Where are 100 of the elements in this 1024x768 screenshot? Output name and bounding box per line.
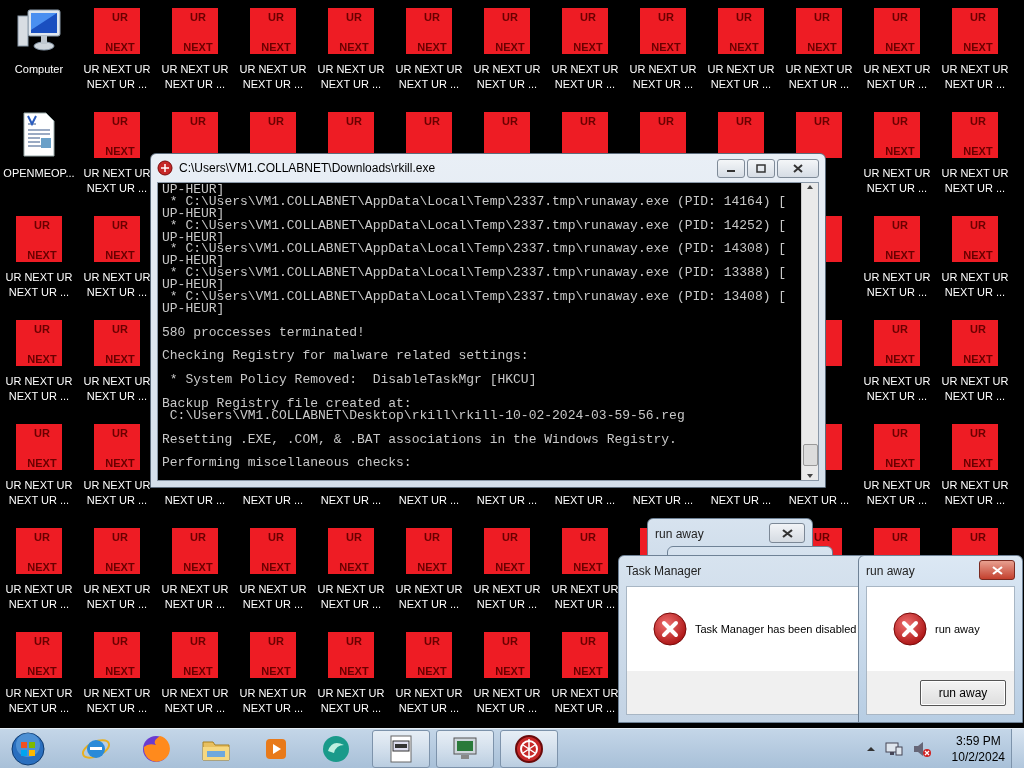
taskbar-button[interactable] bbox=[500, 729, 558, 768]
minimize-button[interactable] bbox=[717, 159, 745, 178]
app-tile[interactable]: UR NEXT bbox=[796, 8, 842, 54]
tile-text: NEXT bbox=[572, 561, 603, 573]
dialog-button[interactable]: run away bbox=[920, 679, 1006, 706]
tile-text: NEXT bbox=[338, 561, 369, 573]
scroll-thumb[interactable] bbox=[802, 444, 818, 466]
tile-text: NEXT bbox=[962, 145, 993, 157]
app-tile[interactable]: UR NEXT bbox=[874, 424, 920, 470]
tile-text: NEXT bbox=[416, 41, 447, 53]
app-tile[interactable]: UR NEXT bbox=[94, 112, 140, 158]
maximize-button[interactable] bbox=[747, 159, 775, 178]
app-tile[interactable]: UR NEXT bbox=[328, 632, 374, 678]
app-tile[interactable]: UR NEXT bbox=[952, 8, 998, 54]
close-button[interactable] bbox=[979, 560, 1015, 580]
app-tile[interactable]: UR NEXT bbox=[94, 632, 140, 678]
app-tile[interactable]: UR NEXT bbox=[328, 528, 374, 574]
tile-text: UR bbox=[501, 635, 518, 647]
app-tile[interactable]: UR NEXT bbox=[328, 8, 374, 54]
app-tile[interactable]: UR NEXT bbox=[874, 112, 920, 158]
app-tile[interactable]: UR NEXT bbox=[16, 320, 62, 366]
tile-text: UR bbox=[423, 635, 440, 647]
app-tile[interactable]: UR NEXT bbox=[16, 632, 62, 678]
tile-text: UR bbox=[111, 635, 128, 647]
tile-text: NEXT bbox=[728, 41, 759, 53]
tile-text: UR bbox=[891, 427, 908, 439]
close-button[interactable] bbox=[769, 523, 805, 543]
close-button[interactable] bbox=[777, 159, 819, 178]
app-tile[interactable]: UR NEXT bbox=[250, 632, 296, 678]
app-tile[interactable]: UR NEXT bbox=[640, 8, 686, 54]
icon-label: UR NEXT UR NEXT UR ... bbox=[238, 582, 308, 612]
tile-text: UR bbox=[33, 635, 50, 647]
app-tile[interactable]: UR NEXT bbox=[952, 320, 998, 366]
console-line: * C:\Users\VM1.COLLABNET\AppData\Local\Temp\2337.tmp\runaway.exe (PID: 13408) [ bbox=[169, 291, 787, 303]
app-tile[interactable]: UR NEXT bbox=[874, 320, 920, 366]
app-tile[interactable]: UR NEXT bbox=[16, 528, 62, 574]
app-tile[interactable]: UR NEXT bbox=[874, 8, 920, 54]
icon-label: UR NEXT UR NEXT UR ... bbox=[940, 62, 1010, 92]
app-tile[interactable]: UR NEXT bbox=[16, 424, 62, 470]
tile-text: NEXT bbox=[104, 249, 135, 261]
show-desktop-button[interactable] bbox=[1011, 728, 1024, 768]
tile-text: UR bbox=[189, 115, 206, 127]
app-tile[interactable]: UR NEXT bbox=[952, 112, 998, 158]
app-tile[interactable]: UR NEXT bbox=[94, 8, 140, 54]
app-tile[interactable]: UR NEXT bbox=[16, 216, 62, 262]
tile-text: UR bbox=[345, 635, 362, 647]
clock-time: 3:59 PM bbox=[955, 732, 1001, 749]
console-line: Resetting .EXE, .COM, & .BAT associations in the Windows Registry. bbox=[162, 433, 677, 446]
app-tile[interactable]: UR NEXT bbox=[250, 8, 296, 54]
app-tile[interactable]: UR bbox=[796, 112, 842, 158]
icon-label: UR NEXT UR NEXT UR ... bbox=[940, 270, 1010, 300]
tile-text: UR bbox=[579, 531, 596, 543]
icon-label: OPENMEOP... bbox=[2, 166, 76, 181]
app-tile[interactable]: UR NEXT bbox=[484, 8, 530, 54]
tile-text: UR bbox=[345, 11, 362, 23]
tile-text: NEXT bbox=[494, 665, 525, 677]
console-line: Performing miscellaneous checks: bbox=[162, 457, 412, 470]
tile-text: NEXT bbox=[962, 353, 993, 365]
tile-text: NEXT bbox=[182, 665, 213, 677]
tile-text: UR bbox=[813, 115, 830, 127]
computer-icon[interactable] bbox=[14, 6, 64, 54]
console-line: * System Policy Removed: DisableTaskMgr [HKCU] bbox=[168, 374, 537, 387]
app-tile[interactable]: UR NEXT bbox=[94, 424, 140, 470]
app-tile[interactable]: UR NEXT bbox=[406, 528, 452, 574]
tile-text: NEXT bbox=[26, 665, 57, 677]
clock-date: 10/2/2024 bbox=[951, 748, 1005, 765]
app-tile[interactable]: UR NEXT bbox=[172, 632, 218, 678]
app-tile[interactable]: UR NEXT bbox=[94, 216, 140, 262]
app-tile[interactable]: UR NEXT bbox=[94, 320, 140, 366]
app-tile[interactable]: UR NEXT bbox=[172, 528, 218, 574]
app-tile[interactable]: UR NEXT bbox=[484, 632, 530, 678]
tile-text: NEXT bbox=[962, 41, 993, 53]
app-tile[interactable]: UR NEXT bbox=[406, 8, 452, 54]
app-tile[interactable]: UR NEXT bbox=[484, 528, 530, 574]
close-icon bbox=[991, 565, 1003, 575]
tile-text: NEXT bbox=[884, 457, 915, 469]
app-tile[interactable]: UR NEXT bbox=[952, 424, 998, 470]
app-tile[interactable]: UR NEXT bbox=[562, 632, 608, 678]
app-tile[interactable]: UR NEXT bbox=[406, 632, 452, 678]
app-tile[interactable]: UR NEXT bbox=[562, 8, 608, 54]
icon-label: NEXT UR ... bbox=[163, 493, 227, 508]
tile-text: NEXT bbox=[104, 353, 135, 365]
icon-label: NEXT UR ... bbox=[709, 493, 773, 508]
error-icon bbox=[653, 612, 687, 646]
app-tile[interactable]: UR NEXT bbox=[718, 8, 764, 54]
tile-text: NEXT bbox=[416, 561, 447, 573]
dialog-message: Task Manager has been disabled bbox=[695, 623, 857, 635]
maximize-icon bbox=[756, 164, 766, 173]
app-tile[interactable]: UR NEXT bbox=[172, 8, 218, 54]
tile-text: UR bbox=[969, 427, 986, 439]
app-tile[interactable]: UR NEXT bbox=[250, 528, 296, 574]
taskbar-button[interactable] bbox=[372, 729, 430, 768]
tile-text: NEXT bbox=[884, 145, 915, 157]
tile-text: UR bbox=[111, 115, 128, 127]
app-tile[interactable]: UR NEXT bbox=[874, 216, 920, 262]
tile-text: NEXT bbox=[338, 665, 369, 677]
app-tile[interactable]: UR NEXT bbox=[562, 528, 608, 574]
app-tile[interactable]: UR NEXT bbox=[952, 216, 998, 262]
app-tile[interactable]: UR NEXT bbox=[94, 528, 140, 574]
tile-text: UR bbox=[657, 115, 674, 127]
